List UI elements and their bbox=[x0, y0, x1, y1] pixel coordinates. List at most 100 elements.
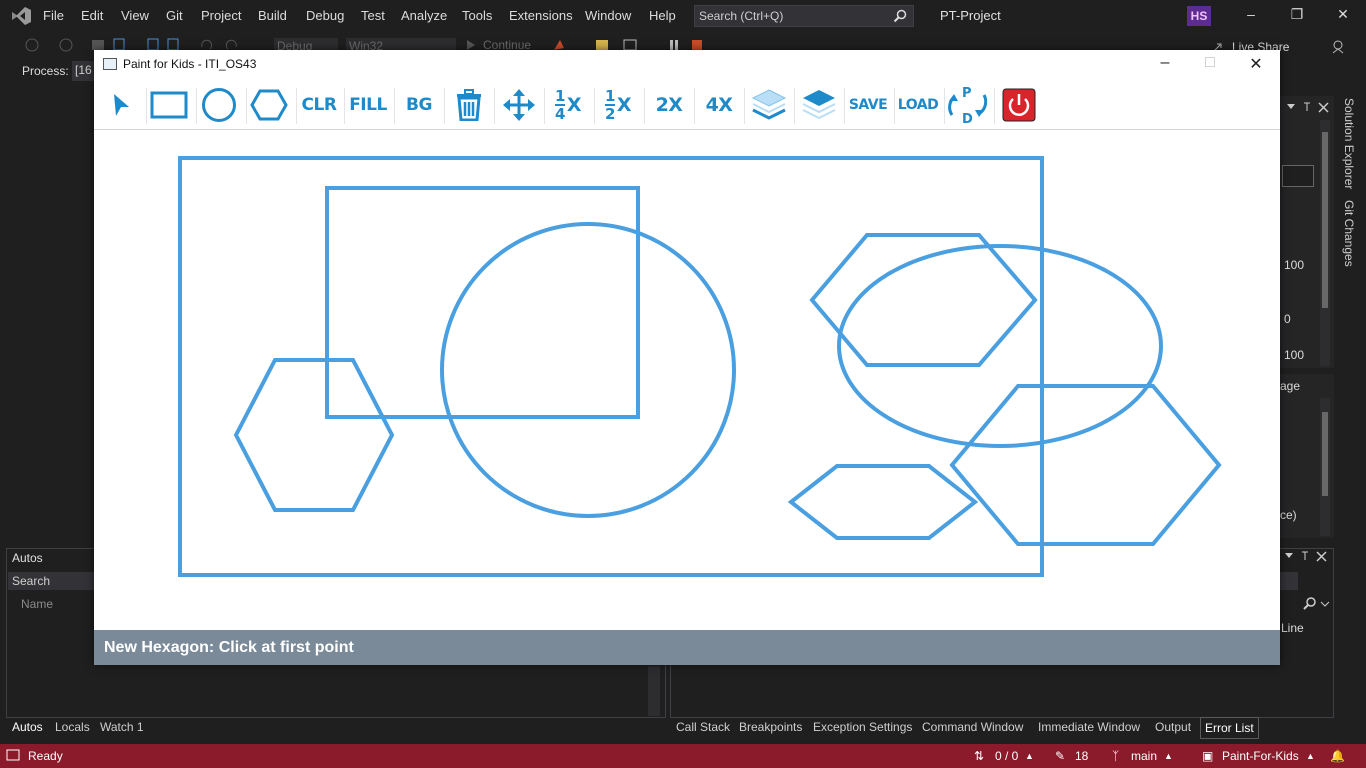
save-button[interactable]: SAVE bbox=[845, 86, 891, 124]
status-branch[interactable]: main bbox=[1131, 749, 1157, 763]
menu-file[interactable]: File bbox=[43, 8, 64, 23]
app-window-icon bbox=[103, 58, 117, 70]
git-changes-tab[interactable]: Git Changes bbox=[1342, 200, 1356, 267]
rectangle-tool-button[interactable] bbox=[146, 86, 192, 124]
process-dropdown[interactable]: [16 bbox=[72, 61, 94, 81]
menu-build[interactable]: Build bbox=[258, 8, 287, 23]
scale-half-button[interactable]: 1 2 X bbox=[595, 86, 641, 124]
scale-2x-button[interactable]: 2X bbox=[646, 86, 692, 124]
tab-call-stack[interactable]: Call Stack bbox=[676, 720, 730, 734]
move-button[interactable] bbox=[496, 86, 542, 124]
shape-hexagon-left[interactable] bbox=[233, 358, 395, 512]
visual-studio-logo-icon bbox=[12, 7, 31, 25]
tab-command-window[interactable]: Command Window bbox=[922, 720, 1023, 734]
close-icon[interactable]: ✕ bbox=[1246, 54, 1266, 74]
menu-edit[interactable]: Edit bbox=[81, 8, 103, 23]
autos-name-column: Name bbox=[21, 597, 54, 611]
select-tool-button[interactable] bbox=[98, 86, 144, 124]
half-numerator: 1 bbox=[604, 86, 615, 106]
source-control-arrows-icon[interactable]: ⇅ bbox=[974, 749, 984, 763]
branch-caret-icon[interactable]: ▲ bbox=[1164, 751, 1173, 761]
exit-button[interactable] bbox=[996, 86, 1042, 124]
maximize-icon[interactable]: □ bbox=[1200, 54, 1220, 74]
restore-icon[interactable]: ❐ bbox=[1287, 6, 1307, 26]
menu-test[interactable]: Test bbox=[361, 8, 385, 23]
status-repo[interactable]: Paint-For-Kids bbox=[1222, 749, 1299, 763]
minimize-icon[interactable]: – bbox=[1155, 54, 1175, 74]
notification-bell-icon[interactable]: 🔔 bbox=[1330, 749, 1345, 763]
search-icon[interactable] bbox=[1303, 597, 1331, 611]
tab-output[interactable]: Output bbox=[1155, 720, 1191, 734]
minimize-icon[interactable]: – bbox=[1241, 6, 1261, 26]
vs-search-input[interactable]: Search (Ctrl+Q) bbox=[694, 5, 914, 27]
delete-button[interactable] bbox=[446, 86, 492, 124]
fill-button[interactable]: FILL bbox=[345, 86, 391, 124]
shape-circle[interactable] bbox=[440, 222, 736, 518]
bring-front-button[interactable] bbox=[796, 86, 842, 124]
close-icon[interactable]: ✕ bbox=[1333, 6, 1353, 26]
menu-tools[interactable]: Tools bbox=[462, 8, 492, 23]
panel-controls-icon[interactable] bbox=[1286, 101, 1332, 115]
value-100-top: 100 bbox=[1284, 258, 1305, 272]
tab-error-list[interactable]: Error List bbox=[1200, 717, 1259, 739]
autos-scrollbar[interactable] bbox=[648, 666, 660, 716]
switch-mode-button[interactable]: P D bbox=[945, 86, 991, 125]
autos-search-input[interactable]: Search bbox=[8, 572, 96, 590]
tab-watch-1[interactable]: Watch 1 bbox=[100, 720, 144, 734]
menu-extensions[interactable]: Extensions bbox=[509, 8, 573, 23]
vs-project-name: PT-Project bbox=[940, 8, 1001, 23]
status-changes-caret-icon[interactable]: ▲ bbox=[1025, 751, 1034, 761]
svg-text:D: D bbox=[962, 112, 973, 125]
shape-ellipse[interactable] bbox=[837, 244, 1163, 448]
canvas-shapes[interactable] bbox=[94, 130, 1280, 630]
tab-breakpoints[interactable]: Breakpoints bbox=[739, 720, 802, 734]
error-list-filter-dropdown[interactable] bbox=[1280, 572, 1298, 590]
avatar[interactable]: HS bbox=[1187, 6, 1211, 26]
scrollbar-top[interactable] bbox=[1320, 120, 1330, 366]
panel-controls-bottom-icon[interactable] bbox=[1284, 550, 1330, 564]
menu-help[interactable]: Help bbox=[649, 8, 676, 23]
tab-autos[interactable]: Autos bbox=[12, 720, 43, 734]
output-status-icon[interactable] bbox=[6, 749, 20, 763]
rectangle-icon bbox=[150, 91, 188, 119]
send-back-button[interactable] bbox=[746, 86, 792, 124]
menu-view[interactable]: View bbox=[121, 8, 149, 23]
menu-window[interactable]: Window bbox=[585, 8, 631, 23]
process-label: Process: bbox=[22, 64, 69, 78]
circle-tool-button[interactable] bbox=[196, 86, 242, 124]
hexagon-tool-button[interactable] bbox=[246, 86, 292, 124]
toolbar-separator bbox=[994, 88, 995, 124]
cursor-arrow-icon bbox=[114, 94, 129, 116]
scale-quarter-button[interactable]: 1 4 X bbox=[545, 86, 591, 124]
value-100-bottom: 100 bbox=[1284, 348, 1305, 362]
ce-text: ce) bbox=[1280, 508, 1297, 522]
drawing-canvas[interactable] bbox=[94, 130, 1280, 630]
status-edits-count[interactable]: 18 bbox=[1075, 749, 1088, 763]
menu-analyze[interactable]: Analyze bbox=[401, 8, 447, 23]
repo-caret-icon[interactable]: ▲ bbox=[1306, 751, 1315, 761]
menu-debug[interactable]: Debug bbox=[306, 8, 344, 23]
right-panel-field[interactable] bbox=[1282, 165, 1314, 187]
tab-locals[interactable]: Locals bbox=[55, 720, 90, 734]
background-button[interactable]: BG bbox=[396, 86, 442, 124]
shape-hexagon-top-right[interactable] bbox=[809, 233, 1038, 367]
menu-git[interactable]: Git bbox=[166, 8, 183, 23]
shape-hexagon-bottom-right[interactable] bbox=[949, 384, 1222, 546]
tab-exception-settings[interactable]: Exception Settings bbox=[813, 720, 912, 734]
solution-explorer-tab[interactable]: Solution Explorer bbox=[1342, 98, 1356, 189]
layers-bring-front-icon bbox=[802, 90, 836, 120]
status-changes[interactable]: 0 / 0 bbox=[995, 749, 1018, 763]
clear-button[interactable]: CLR bbox=[296, 86, 342, 124]
menu-project[interactable]: Project bbox=[201, 8, 241, 23]
line-column-header: Line bbox=[1281, 621, 1304, 635]
paint-titlebar: Paint for Kids - ITI_OS43 – □ ✕ bbox=[94, 50, 1280, 78]
paint-status-bar: New Hexagon: Click at first point bbox=[94, 630, 1280, 665]
scale-4x-button[interactable]: 4X bbox=[696, 86, 742, 124]
shape-hexagon-bottom-middle[interactable] bbox=[787, 464, 979, 540]
tab-immediate-window[interactable]: Immediate Window bbox=[1038, 720, 1140, 734]
feedback-icon[interactable] bbox=[1330, 40, 1346, 54]
load-button[interactable]: LOAD bbox=[895, 86, 941, 124]
search-icon bbox=[893, 9, 907, 23]
scrollbar-middle[interactable] bbox=[1320, 398, 1330, 536]
vs-menubar: File Edit View Git Project Build Debug T… bbox=[0, 0, 1366, 32]
